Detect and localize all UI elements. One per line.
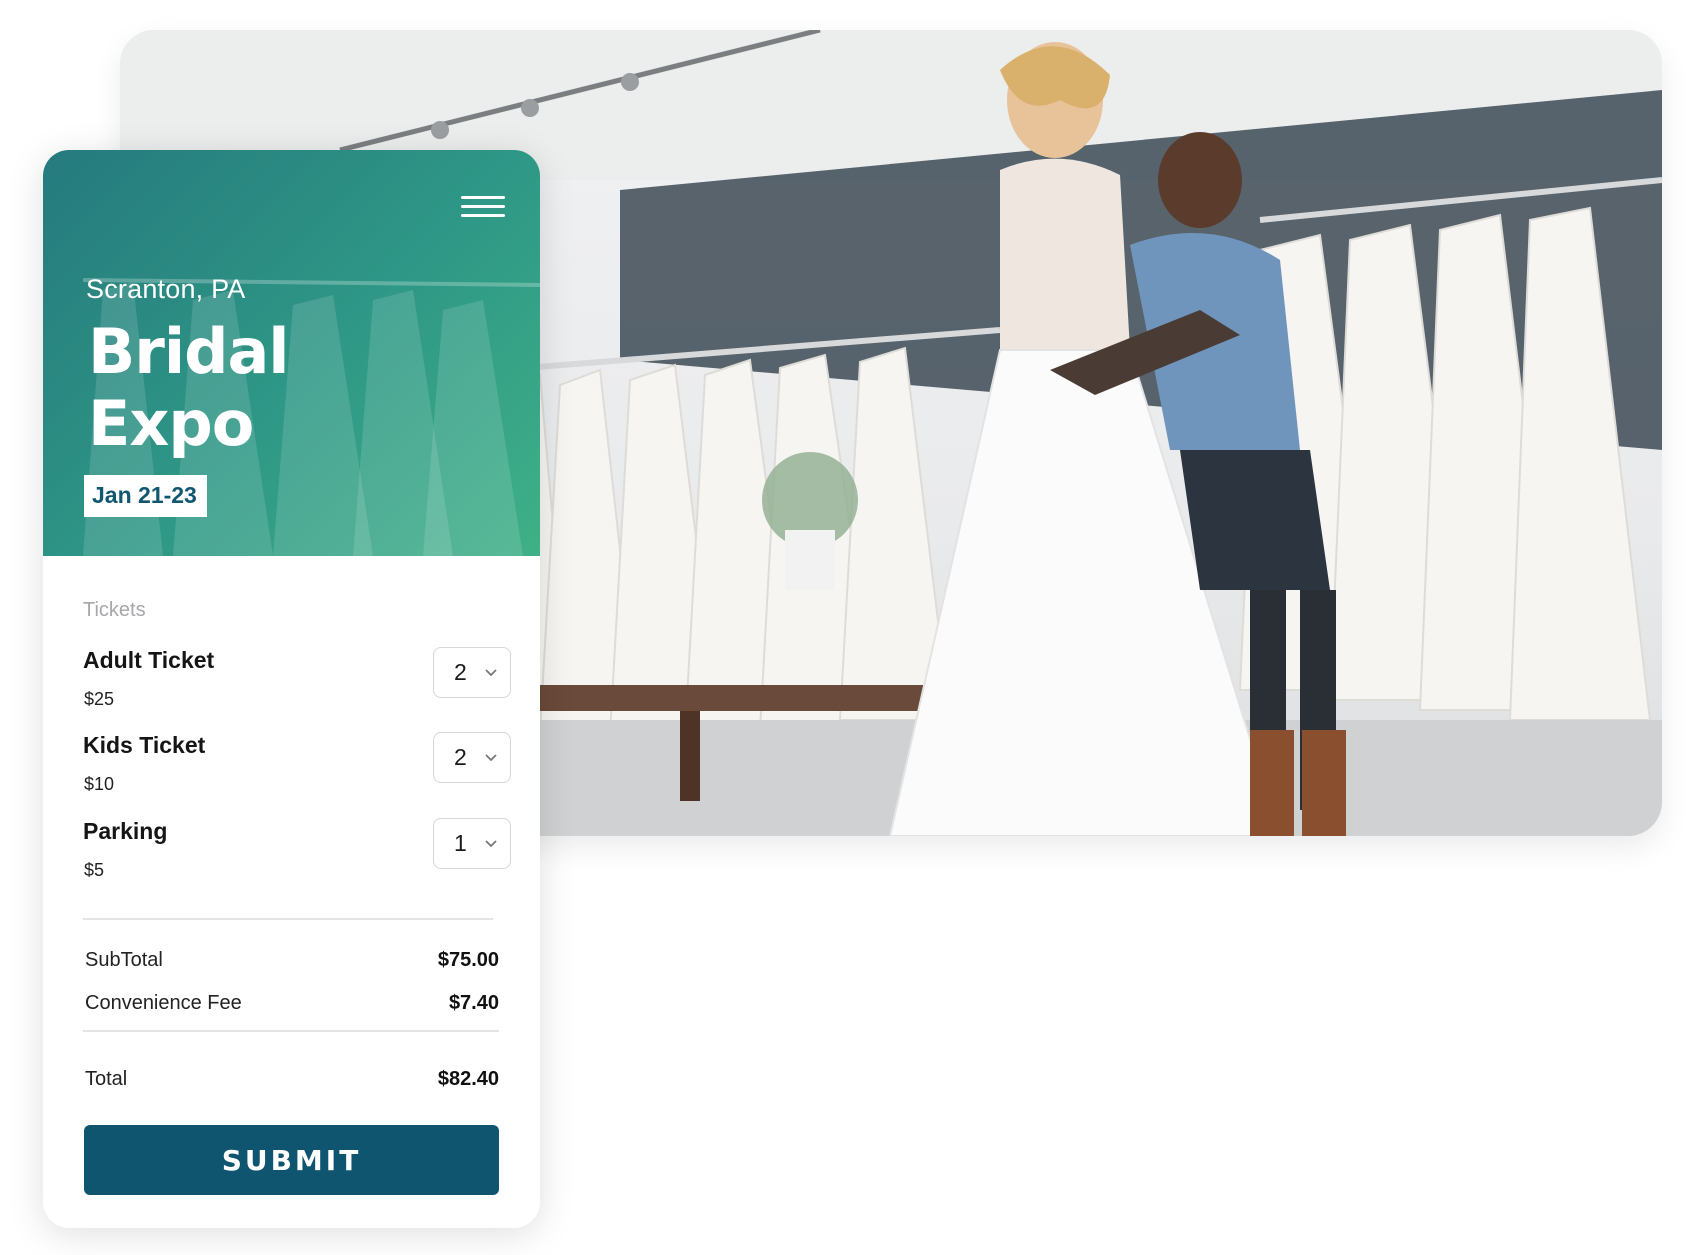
hamburger-menu-icon[interactable]	[461, 188, 505, 224]
event-title-line-2: Expo	[88, 387, 254, 460]
event-city: Scranton, PA	[86, 274, 246, 304]
total-row: Total $82.40	[85, 1068, 499, 1091]
subtotal-value: $75.00	[437, 949, 499, 971]
total-value: $82.40	[437, 1068, 499, 1090]
quantity-value: 2	[454, 744, 467, 770]
total-label: Total	[85, 1068, 128, 1090]
ticket-price: $25	[84, 689, 115, 709]
tickets-section-label: Tickets	[83, 599, 146, 621]
ticket-order-card: Scranton, PA Bridal Expo Jan 21-23 Ticke…	[43, 150, 540, 1228]
quantity-value: 2	[454, 659, 467, 685]
event-title: Bridal Expo	[88, 315, 290, 460]
quantity-value: 1	[454, 830, 467, 856]
event-date-badge: Jan 21-23	[84, 475, 207, 517]
submit-button[interactable]: SUBMIT	[84, 1125, 499, 1195]
ticket-row-adult: Adult Ticket $25 2	[83, 647, 511, 711]
chevron-down-icon	[485, 754, 497, 762]
divider	[83, 1030, 499, 1032]
chevron-down-icon	[485, 840, 497, 848]
subtotal-label: SubTotal	[85, 949, 163, 971]
parking-quantity-select[interactable]: 1	[433, 818, 511, 869]
ticket-price: $5	[84, 860, 105, 880]
ticket-name: Parking	[83, 818, 168, 844]
adult-quantity-select[interactable]: 2	[433, 647, 511, 698]
ticket-name: Kids Ticket	[83, 732, 206, 758]
fee-row: Convenience Fee $7.40	[85, 992, 499, 1015]
ticket-name: Adult Ticket	[83, 647, 215, 673]
fee-value: $7.40	[448, 992, 499, 1014]
kids-quantity-select[interactable]: 2	[433, 732, 511, 783]
fee-label: Convenience Fee	[85, 992, 242, 1014]
ticket-row-kids: Kids Ticket $10 2	[83, 732, 511, 796]
chevron-down-icon	[485, 669, 497, 677]
event-hero: Scranton, PA Bridal Expo Jan 21-23	[43, 150, 540, 556]
event-title-line-1: Bridal	[88, 315, 290, 388]
ticket-price: $10	[84, 774, 115, 794]
divider	[83, 918, 493, 920]
promo-stage: Scranton, PA Bridal Expo Jan 21-23 Ticke…	[0, 0, 1700, 1255]
subtotal-row: SubTotal $75.00	[85, 949, 499, 972]
ticket-row-parking: Parking $5 1	[83, 818, 511, 882]
